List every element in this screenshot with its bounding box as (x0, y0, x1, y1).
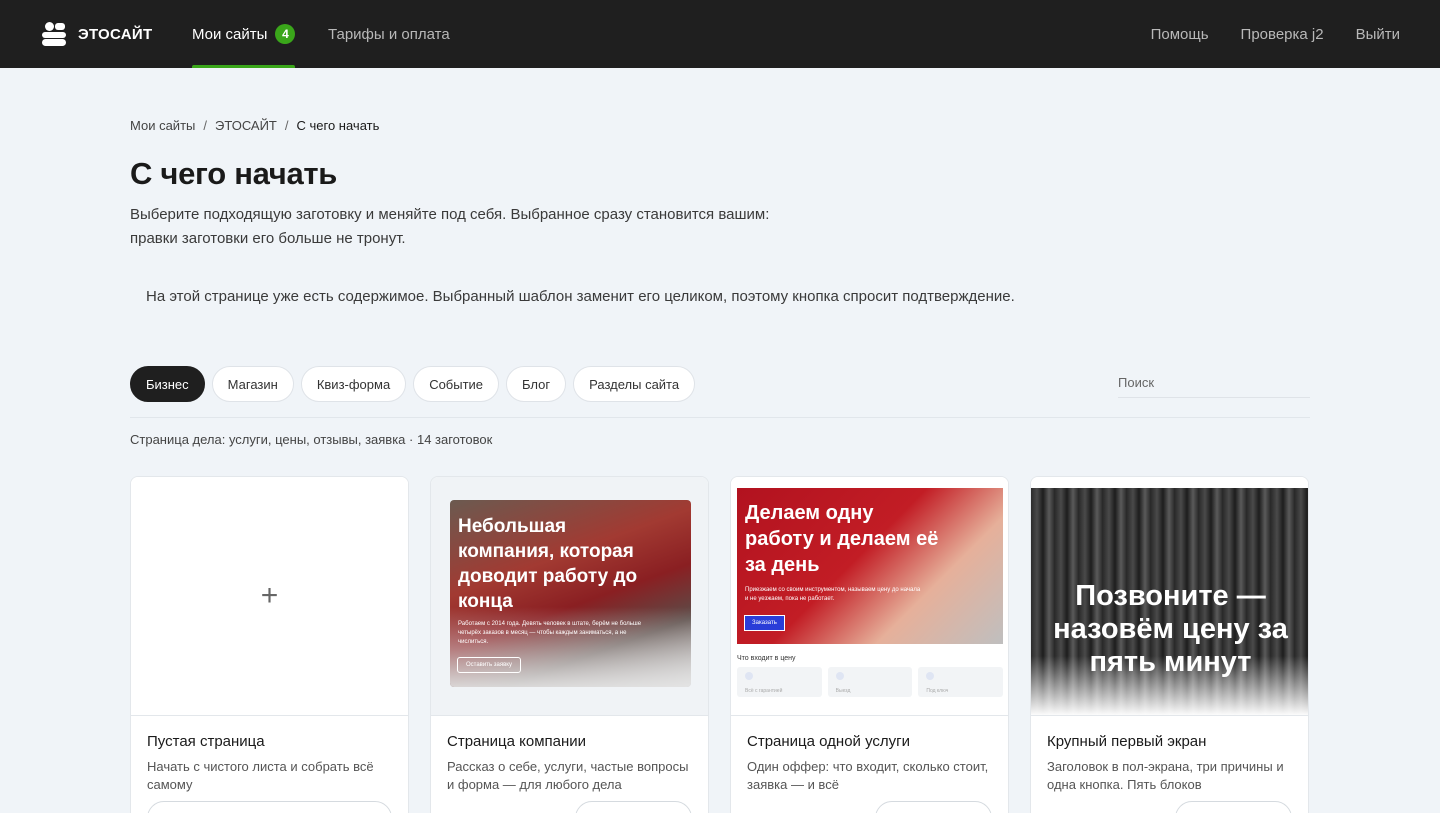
chip-event[interactable]: Событие (413, 366, 500, 402)
top-bar: ЭТОСАЙТ Мои сайты 4 Тарифы и оплата Помо… (0, 0, 1440, 68)
template-thumbnail[interactable]: Делаем одну работу и делаем её за день П… (731, 477, 1008, 716)
template-description-line: заявка — и всё (747, 777, 839, 792)
card-actions (447, 801, 692, 813)
filter-divider (130, 417, 1310, 418)
preview-feature: Под ключ (918, 667, 1004, 697)
breadcrumb: Мои сайты / ЭТОСАЙТ / С чего начать (130, 118, 379, 133)
card-actions (147, 801, 392, 813)
preview-section-title: Что входит в цену (737, 655, 796, 662)
replace-content-notice: На этой странице уже есть содержимое. Вы… (146, 288, 1015, 305)
template-title: Крупный первый экран (1047, 733, 1207, 750)
preview-heading: Позвоните — назовём цену за пять минут (1053, 580, 1288, 678)
template-card-company[interactable]: Небольшая компания, которая доводит рабо… (430, 476, 709, 813)
preview-feature-row: Всё с гарантией Выезд Под ключ (737, 667, 1004, 697)
preview-feature: Выезд (827, 667, 913, 697)
page-description-line: правки заготовки его больше не тронут. (130, 230, 406, 247)
nav-help[interactable]: Помощь (1151, 26, 1209, 43)
template-thumbnail[interactable]: Небольшая компания, которая доводит рабо… (431, 477, 708, 716)
template-description-line: Заголовок в пол-экрана, три причины и (1047, 759, 1284, 774)
preview-feature-label: Всё с гарантией (745, 688, 783, 694)
preview-feature: Всё с гарантией (737, 667, 822, 697)
service-preview-image: Делаем одну работу и делаем её за день П… (737, 488, 1003, 644)
preview-feature-label: Выезд (835, 688, 851, 694)
template-description-line: одна кнопка. Пять блоков (1047, 777, 1202, 792)
preview-button: Оставить заявку (457, 657, 521, 673)
logo-text: ЭТОСАЙТ (78, 25, 153, 43)
template-card-big-hero[interactable]: Позвоните — назовём цену за пять минут К… (1030, 476, 1309, 813)
hero-preview-image: Позвоните — назовём цену за пять минут (1031, 488, 1308, 715)
template-thumbnail[interactable]: + (131, 477, 408, 716)
nav-user[interactable]: Проверка j2 (1241, 26, 1324, 43)
template-card-single-service[interactable]: Делаем одну работу и делаем её за день П… (730, 476, 1009, 813)
search-input[interactable] (1118, 368, 1310, 398)
template-description-line: и форма — для любого дела (447, 777, 622, 792)
page-description: Выберите подходящую заготовку и меняйте … (130, 203, 830, 251)
active-nav-underline (192, 65, 296, 68)
template-description-line: Рассказ о себе, услуги, частые вопросы (447, 759, 689, 774)
preview-text: Приезжаем со своим инструментом, называе… (745, 587, 921, 602)
template-title: Пустая страница (147, 733, 265, 750)
choose-template-button[interactable] (1175, 801, 1292, 813)
template-description-line: самому (147, 777, 193, 792)
template-card-blank[interactable]: + Пустая страница Начать с чистого листа… (130, 476, 409, 813)
nav-tariffs[interactable]: Тарифы и оплата (328, 0, 450, 68)
logo[interactable]: ЭТОСАЙТ (42, 22, 152, 46)
page-description-line: Выберите подходящую заготовку и меняйте … (130, 206, 770, 223)
breadcrumb-site[interactable]: ЭТОСАЙТ (215, 118, 277, 133)
breadcrumb-current: С чего начать (296, 118, 380, 133)
chip-business[interactable]: Бизнес (130, 366, 205, 402)
page-title: С чего начать (130, 156, 338, 191)
company-preview-image: Небольшая компания, которая доводит рабо… (450, 500, 691, 687)
chip-shop[interactable]: Магазин (211, 366, 294, 402)
preview-text: Работаем с 2014 года. Девять человек в ш… (458, 621, 642, 645)
chip-blog[interactable]: Блог (506, 366, 567, 402)
template-description: Один оффер: что входит, сколько стоит, з… (747, 758, 992, 794)
preview-feature-label: Под ключ (926, 688, 949, 694)
choose-template-button[interactable] (147, 801, 392, 813)
nav-my-sites[interactable]: Мои сайты 4 (192, 0, 296, 68)
breadcrumb-separator: / (284, 118, 289, 133)
template-title: Страница одной услуги (747, 733, 911, 750)
category-summary: Страница дела: услуги, цены, отзывы, зая… (130, 432, 493, 447)
preview-button: Заказать (744, 615, 785, 631)
template-thumbnail[interactable]: Позвоните — назовём цену за пять минут (1031, 477, 1308, 716)
chip-site-sections[interactable]: Разделы сайта (573, 366, 696, 402)
preview-heading: Небольшая компания, которая доводит рабо… (458, 516, 638, 612)
breadcrumb-my-sites[interactable]: Мои сайты (130, 118, 195, 133)
category-chips: Бизнес Магазин Квиз-форма Событие Блог Р… (130, 366, 696, 402)
nav-logout[interactable]: Выйти (1356, 26, 1400, 43)
stacked-blocks-logo-icon (42, 22, 66, 46)
template-description: Заголовок в пол-экрана, три причины и од… (1047, 758, 1292, 794)
preview-heading: Делаем одну работу и делаем её за день (745, 502, 939, 576)
choose-template-button[interactable] (875, 801, 992, 813)
breadcrumb-separator: / (203, 118, 207, 133)
template-description: Рассказ о себе, услуги, частые вопросы и… (447, 758, 692, 794)
top-bar-right: Помощь Проверка j2 Выйти (1151, 0, 1400, 68)
template-description-line: Один оффер: что входит, сколько стоит, (747, 759, 989, 774)
template-description-line: Начать с чистого листа и собрать всё (147, 759, 374, 774)
template-description: Начать с чистого листа и собрать всё сам… (147, 758, 392, 794)
chip-quiz-form[interactable]: Квиз-форма (300, 366, 407, 402)
card-actions (1047, 801, 1292, 813)
choose-template-button[interactable] (575, 801, 692, 813)
template-title: Страница компании (447, 733, 587, 750)
sites-count-badge: 4 (275, 24, 296, 44)
card-actions (747, 801, 992, 813)
nav-my-sites-label: Мои сайты (192, 25, 268, 43)
plus-icon: + (260, 579, 279, 612)
